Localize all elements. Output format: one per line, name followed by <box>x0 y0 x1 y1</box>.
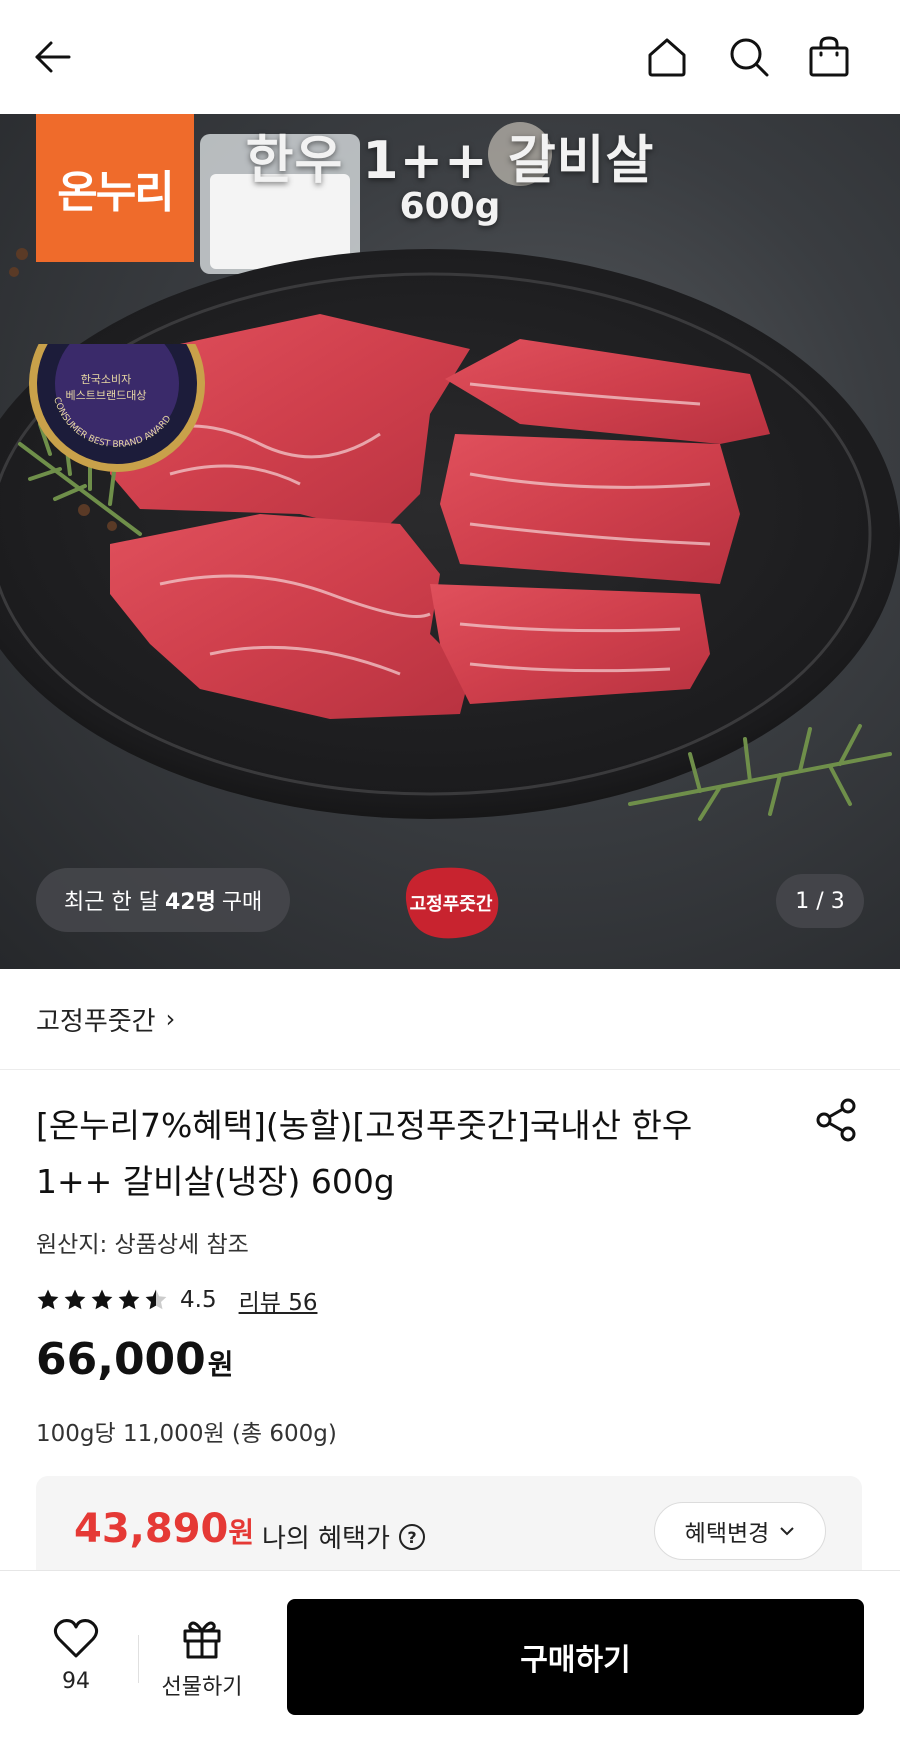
origin-info: 원산지: 상품상세 참조 <box>36 1232 249 1258</box>
buy-button[interactable]: 구매하기 <box>287 1599 864 1715</box>
search-icon <box>730 38 769 77</box>
seller-logo-icon: 고정푸줏간 <box>405 867 499 939</box>
product-title: [온누리7%혜택](농할)[고정푸줏간]국내산 한우 1++ 갈비살(냉장) 6… <box>36 1106 693 1201</box>
benefit-change-label: 혜택변경 <box>684 1521 770 1547</box>
arrow-left-icon <box>35 41 71 73</box>
benefit-label: 나의 혜택가 ? <box>262 1518 426 1555</box>
purchase-suffix: 구매 <box>221 890 263 915</box>
like-count: 94 <box>62 1669 90 1694</box>
shopping-bag-icon <box>809 36 849 77</box>
star-icon <box>91 1289 113 1310</box>
rating-value: 4.5 <box>180 1287 217 1313</box>
store-link[interactable]: 고정푸줏간 › <box>0 969 900 1070</box>
award-line2: 베스트브랜드대상 <box>65 389 147 402</box>
rating-row: 4.5 리뷰 56 <box>36 1280 317 1320</box>
top-navigation-bar <box>0 0 900 114</box>
star-icon <box>118 1289 140 1310</box>
product-price: 66,000원 <box>36 1334 234 1385</box>
gift-button[interactable]: 선물하기 <box>150 1617 254 1701</box>
home-button[interactable] <box>640 30 694 84</box>
share-icon <box>816 1098 856 1142</box>
image-counter: 1 / 3 <box>776 874 864 928</box>
chevron-down-icon <box>780 1527 795 1536</box>
product-image-carousel[interactable]: 한우 1++ 갈비살 600g CONSUMER BEST BRAND AWAR… <box>0 114 900 969</box>
cart-button[interactable] <box>802 30 856 84</box>
star-icon <box>64 1289 86 1310</box>
gift-label: 선물하기 <box>161 1675 243 1700</box>
price-unit: 원 <box>207 1348 234 1381</box>
purchase-count-pill: 최근 한 달 42명 구매 <box>36 868 291 932</box>
benefit-price: 43,890원 <box>74 1506 254 1552</box>
benefit-price-value: 43,890 <box>74 1506 229 1552</box>
price-value: 66,000 <box>36 1334 206 1385</box>
like-button[interactable]: 94 <box>36 1617 116 1694</box>
review-link[interactable]: 리뷰 56 <box>239 1283 318 1317</box>
benefit-change-button[interactable]: 혜택변경 <box>654 1502 826 1560</box>
star-icon <box>145 1289 167 1310</box>
star-icon <box>37 1289 59 1310</box>
store-name: 고정푸줏간 <box>36 1006 156 1037</box>
unit-price: 100g당 11,000원 (총 600g) <box>36 1421 337 1447</box>
benefit-price-unit: 원 <box>228 1516 255 1549</box>
award-badge-icon: CONSUMER BEST BRAND AWARD <box>29 344 205 472</box>
help-icon[interactable]: ? <box>398 1523 426 1551</box>
heart-icon <box>53 1619 99 1658</box>
purchase-prefix: 최근 한 달 <box>64 890 159 915</box>
brand-badge: 온누리 <box>36 114 194 262</box>
seller-stamp-text: 고정푸줏간 <box>410 894 493 915</box>
gift-icon <box>183 1621 221 1659</box>
award-line1: 한국소비자 <box>80 373 132 386</box>
purchase-count: 42명 <box>164 890 216 915</box>
search-button[interactable] <box>722 30 776 84</box>
share-button[interactable] <box>812 1096 860 1144</box>
home-icon <box>648 38 686 77</box>
benefit-label-text: 나의 혜택가 <box>262 1524 390 1554</box>
bottom-action-bar: 94 선물하기 구매하기 <box>0 1570 900 1741</box>
star-rating <box>36 1288 168 1312</box>
svg-text:?: ? <box>407 1528 416 1547</box>
back-button[interactable] <box>26 30 80 84</box>
divider <box>138 1635 139 1683</box>
chevron-right-icon: › <box>165 1005 176 1033</box>
